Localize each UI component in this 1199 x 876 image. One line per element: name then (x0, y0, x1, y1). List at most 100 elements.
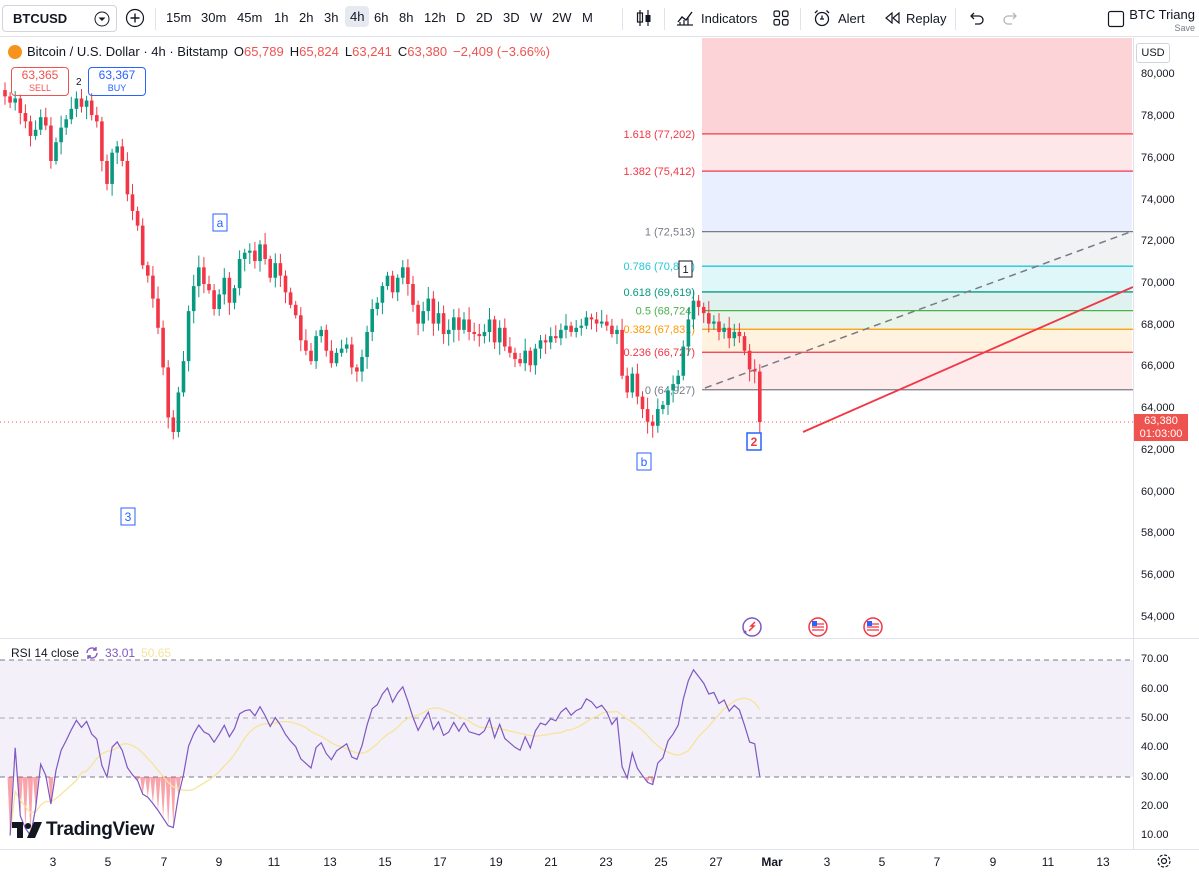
candle-body (640, 396, 645, 410)
candle-body (212, 290, 216, 310)
timeframe-15m[interactable]: 15m (166, 10, 191, 25)
tradingview-logo[interactable]: TradingView (12, 819, 155, 841)
candle-body (487, 319, 492, 332)
candle-body (482, 331, 487, 337)
timeframe-45m[interactable]: 45m (237, 10, 262, 25)
high-label: H (289, 44, 300, 59)
candle-body (676, 375, 680, 385)
candle-body (401, 267, 405, 278)
layout-name-button[interactable]: BTC Triang Save (1129, 7, 1195, 33)
timeframe-m[interactable]: M (582, 10, 593, 25)
candle-body (569, 325, 573, 332)
price-tick: 66,000 (1141, 360, 1175, 372)
candle-body (227, 277, 232, 303)
timeframe-3h[interactable]: 3h (324, 10, 338, 25)
timeframe-6h[interactable]: 6h (374, 10, 388, 25)
candle-body (339, 348, 344, 353)
wave-label-b-text: b (641, 455, 648, 469)
wave-label-1[interactable]: 1 (678, 260, 693, 278)
us-flag-event-icon[interactable] (808, 617, 828, 637)
undo-icon[interactable] (968, 9, 986, 27)
dividends-event-icon[interactable] (742, 617, 762, 637)
candle-body (747, 350, 752, 370)
timeframe-1h[interactable]: 1h (274, 10, 288, 25)
candle-body (717, 321, 721, 332)
wave-label-3[interactable]: 3 (120, 507, 136, 526)
timeframe-2w[interactable]: 2W (552, 10, 572, 25)
chart-settings-gear-icon[interactable] (1156, 853, 1172, 869)
candle-body (457, 317, 461, 330)
candle-body (732, 331, 737, 339)
candle-body (100, 121, 104, 161)
price-scale[interactable] (1133, 38, 1199, 638)
alarm-clock-icon (814, 10, 830, 27)
time-tick: 11 (1041, 855, 1055, 869)
wave-label-b[interactable]: b (636, 452, 652, 471)
indicators-button[interactable]: Indicators (675, 6, 757, 30)
rsi-title[interactable]: RSI 14 close (11, 646, 79, 660)
candle-body (431, 298, 436, 324)
timeframe-30m[interactable]: 30m (201, 10, 226, 25)
timeframe-2d[interactable]: 2D (476, 10, 493, 25)
candle-body (686, 319, 691, 347)
candle-body (712, 321, 716, 324)
symbol-options-icon[interactable] (94, 11, 110, 27)
price-tick: 56,000 (1141, 569, 1175, 581)
candle-body (222, 277, 227, 295)
wave-label-a[interactable]: a (212, 213, 228, 232)
layout-icon[interactable] (1107, 10, 1125, 28)
chart-title[interactable]: Bitcoin / U.S. Dollar · 4h · Bitstamp (27, 44, 228, 59)
timeframe-d[interactable]: D (456, 10, 465, 25)
candle-body (54, 142, 58, 161)
time-tick: 21 (544, 855, 558, 869)
price-tick: 74,000 (1141, 194, 1175, 206)
timeframe-4h[interactable]: 4h (345, 6, 370, 27)
time-tick: 13 (323, 855, 337, 869)
sell-button[interactable]: 63,365 SELL (11, 67, 69, 96)
pane-separator[interactable] (0, 638, 1199, 639)
timeframe-8h[interactable]: 8h (399, 10, 413, 25)
candle-body (518, 359, 522, 364)
fib-level-label: 0.382 (67,831) (623, 324, 695, 336)
us-flag-event-icon[interactable] (863, 617, 883, 637)
candle-body (492, 319, 497, 343)
candle-body (49, 125, 53, 161)
bitcoin-logo-icon (8, 44, 22, 59)
candle-body (64, 119, 68, 128)
symbol-search-button[interactable]: BTCUSD (2, 5, 117, 32)
candle-body (467, 319, 471, 332)
candle-body (503, 327, 507, 347)
timeframe-2h[interactable]: 2h (299, 10, 313, 25)
layout-title: BTC Triang (1129, 7, 1195, 22)
timeframe-3d[interactable]: 3D (503, 10, 520, 25)
price-chart[interactable]: 1.618 (77,202) 1.382 (75,412) 1 (72,513) 0.… (0, 38, 1133, 849)
change-value: −2,409 (−3.66%) (453, 44, 550, 59)
compare-symbol-icon[interactable] (125, 8, 145, 28)
candle-body (191, 286, 196, 312)
time-tick: 7 (160, 855, 168, 869)
candle-body (28, 121, 33, 136)
fib-level-label: 0.5 (68,724) (636, 306, 695, 318)
fib-extension-zones[interactable] (702, 38, 1132, 390)
tradingview-logo-icon (12, 822, 42, 838)
alert-button[interactable]: Alert (812, 6, 865, 30)
candle-body (140, 225, 145, 266)
redo-icon[interactable] (1001, 9, 1019, 27)
candle-body (125, 160, 130, 195)
candle-body (513, 352, 517, 360)
candle-body (324, 329, 329, 351)
templates-grid-icon[interactable] (772, 9, 790, 27)
candle-body (497, 327, 502, 343)
candles-chart-type-icon[interactable] (634, 8, 654, 28)
candle-body (722, 327, 726, 332)
timeframe-w[interactable]: W (530, 10, 542, 25)
wave-label-2[interactable]: 2 (746, 432, 762, 451)
buy-button[interactable]: 63,367 BUY (88, 67, 146, 96)
time-tick-month: Mar (761, 855, 783, 869)
alert-label: Alert (838, 10, 865, 26)
replay-button[interactable]: Replay (884, 6, 946, 30)
candle-body (635, 373, 640, 397)
candle-body (508, 346, 512, 353)
currency-selector[interactable]: USD (1136, 43, 1170, 63)
timeframe-12h[interactable]: 12h (424, 10, 446, 25)
